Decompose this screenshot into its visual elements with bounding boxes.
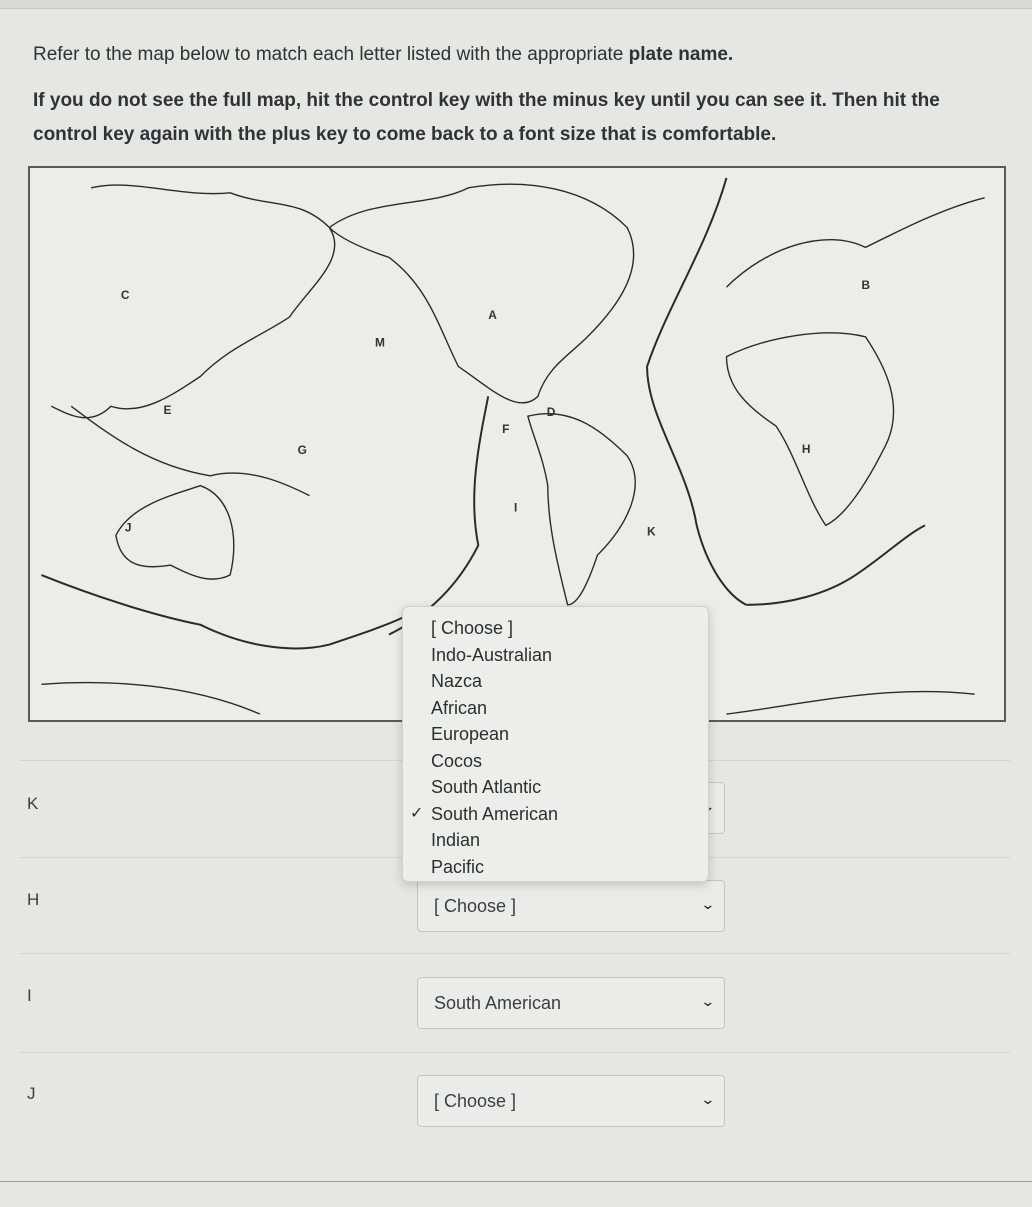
select-j-value: [ Choose ] bbox=[434, 1090, 517, 1111]
dropdown-option[interactable]: [ Choose ] bbox=[403, 615, 708, 642]
asia-coastline bbox=[51, 184, 336, 419]
map-label-a: A bbox=[488, 308, 497, 322]
indian-ocean-ridge bbox=[746, 524, 926, 606]
map-label-i: I bbox=[514, 501, 517, 515]
instruction-line-1: Refer to the map below to match each let… bbox=[33, 44, 734, 65]
chevron-down-icon: ⌄ bbox=[700, 993, 716, 1009]
bold-emphasis: plate name. bbox=[628, 44, 734, 65]
chevron-down-icon: ⌄ bbox=[700, 1091, 716, 1107]
instruction-line-2: If you do not see the full map, hit the … bbox=[33, 90, 940, 145]
antarctica-coastline-east bbox=[726, 690, 975, 715]
dropdown-option[interactable]: European bbox=[403, 721, 708, 748]
top-divider bbox=[0, 0, 1032, 9]
north-america-coastline bbox=[328, 183, 635, 404]
dropdown-option[interactable]: South Atlantic bbox=[403, 774, 708, 801]
map-label-m: M bbox=[375, 336, 385, 350]
south-america-coastline bbox=[527, 412, 636, 606]
east-pacific-rise bbox=[388, 396, 490, 636]
row-divider bbox=[20, 1052, 1010, 1053]
bottom-divider bbox=[0, 1181, 1032, 1182]
map-label-d: D bbox=[547, 405, 556, 419]
dropdown-option[interactable]: Indo-Australian bbox=[403, 642, 708, 669]
dropdown-option[interactable]: Cocos bbox=[403, 748, 708, 775]
select-j[interactable]: [ Choose ] ⌄ bbox=[417, 1075, 725, 1127]
map-label-c: C bbox=[121, 288, 130, 302]
antarctica-coastline bbox=[41, 681, 261, 715]
select-i[interactable]: South American ⌄ bbox=[417, 977, 725, 1029]
southern-ridge bbox=[41, 574, 410, 650]
dropdown-option[interactable]: Pacific bbox=[403, 854, 708, 881]
map-label-j: J bbox=[125, 520, 132, 534]
dropdown-option-selected[interactable]: ✓ South American bbox=[403, 801, 708, 828]
select-h[interactable]: [ Choose ] ⌄ bbox=[417, 880, 725, 932]
indonesia-arc bbox=[70, 405, 310, 497]
australia-coastline bbox=[115, 484, 235, 580]
map-label-f: F bbox=[502, 422, 509, 436]
map-label-k: K bbox=[647, 524, 656, 538]
select-i-value: South American bbox=[434, 992, 562, 1013]
checkmark-icon: ✓ bbox=[410, 804, 424, 822]
map-label-e: E bbox=[164, 403, 172, 417]
dropdown-option[interactable]: Nazca bbox=[403, 668, 708, 695]
chevron-down-icon: ⌄ bbox=[700, 896, 716, 912]
row-label-k: K bbox=[27, 794, 39, 813]
mid-atlantic-ridge bbox=[646, 177, 747, 606]
row-label-j: J bbox=[27, 1084, 36, 1103]
europe-coastline bbox=[725, 197, 985, 288]
row-label-h: H bbox=[27, 890, 40, 909]
map-label-g: G bbox=[298, 443, 307, 457]
africa-coastline bbox=[725, 332, 895, 527]
dropdown-option[interactable]: Indian bbox=[403, 827, 708, 854]
row-label-i: I bbox=[27, 986, 32, 1005]
dropdown-option[interactable]: African bbox=[403, 695, 708, 722]
row-divider bbox=[20, 953, 1010, 954]
question-prompt: Refer to the map below to match each let… bbox=[33, 38, 993, 164]
select-h-value: [ Choose ] bbox=[434, 895, 517, 916]
map-label-b: B bbox=[862, 278, 871, 292]
map-label-h: H bbox=[802, 442, 811, 456]
plate-dropdown-menu: [ Choose ] Indo-Australian Nazca African… bbox=[402, 606, 709, 882]
